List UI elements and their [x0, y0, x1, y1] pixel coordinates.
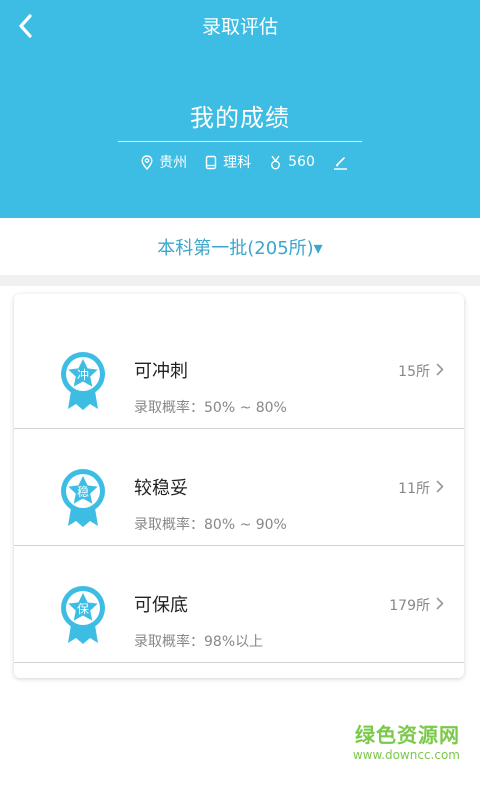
province-label: 贵州	[159, 155, 188, 171]
book-icon	[205, 155, 217, 169]
location-pin-icon	[141, 154, 153, 170]
chevron-right-icon	[436, 480, 444, 493]
badge-char: 稳	[77, 484, 89, 499]
category-count: 11所	[398, 481, 430, 497]
chevron-right-icon	[436, 363, 444, 376]
page-title: 录取评估	[201, 16, 278, 38]
watermark-text: 绿色资源网	[355, 723, 460, 747]
category-title: 较稳妥	[134, 478, 188, 499]
category-count: 179所	[389, 598, 430, 614]
score-info-row: 贵州 理科 560	[0, 152, 480, 172]
batch-selector[interactable]: 本科第一批(205所)▾	[0, 218, 480, 275]
medal-icon	[271, 155, 281, 169]
category-probability: 录取概率：80% ~ 90%	[134, 517, 287, 533]
category-probability: 录取概率：98%以上	[134, 634, 264, 650]
watermark-url: www.downcc.com	[352, 748, 460, 762]
score-divider	[118, 141, 362, 142]
category-card: 冲 可冲刺录取概率：50% ~ 80% 15所稳 较稳妥录取概率：80% ~ 90% 1…	[14, 294, 464, 678]
ribbon-badge-icon: 冲	[61, 352, 105, 410]
edit-score-button[interactable]	[333, 155, 348, 170]
score-title: 我的成绩	[190, 104, 290, 132]
category-row[interactable]: 冲 可冲刺录取概率：50% ~ 80% 15所	[14, 311, 464, 428]
row-divider	[14, 662, 464, 663]
badge-char: 冲	[77, 367, 89, 382]
ribbon-badge-icon: 保	[61, 586, 105, 644]
score-value: 560	[288, 154, 315, 170]
category-row[interactable]: 稳 较稳妥录取概率：80% ~ 90% 11所	[14, 428, 464, 545]
watermark: 绿色资源网 www.downcc.com	[353, 719, 460, 762]
header: 录取评估 我的成绩 贵州 理科 560	[0, 0, 480, 218]
ribbon-badge-icon: 稳	[61, 469, 105, 527]
score-info: 560	[269, 154, 315, 170]
batch-label: 本科第一批(205所)▾	[157, 237, 323, 259]
chevron-right-icon	[436, 597, 444, 610]
subject-label: 理科	[223, 155, 252, 171]
subject-info: 理科	[205, 152, 251, 172]
category-title: 可保底	[134, 595, 188, 616]
province-info: 贵州	[141, 152, 187, 172]
badge-char: 保	[77, 602, 89, 616]
category-row[interactable]: 保 可保底录取概率：98%以上 179所	[14, 545, 464, 662]
section-spacer	[0, 275, 480, 286]
category-title: 可冲刺	[134, 361, 188, 382]
edit-pencil-icon	[333, 156, 347, 170]
category-count: 15所	[398, 364, 430, 380]
category-probability: 录取概率：50% ~ 80%	[134, 400, 287, 416]
